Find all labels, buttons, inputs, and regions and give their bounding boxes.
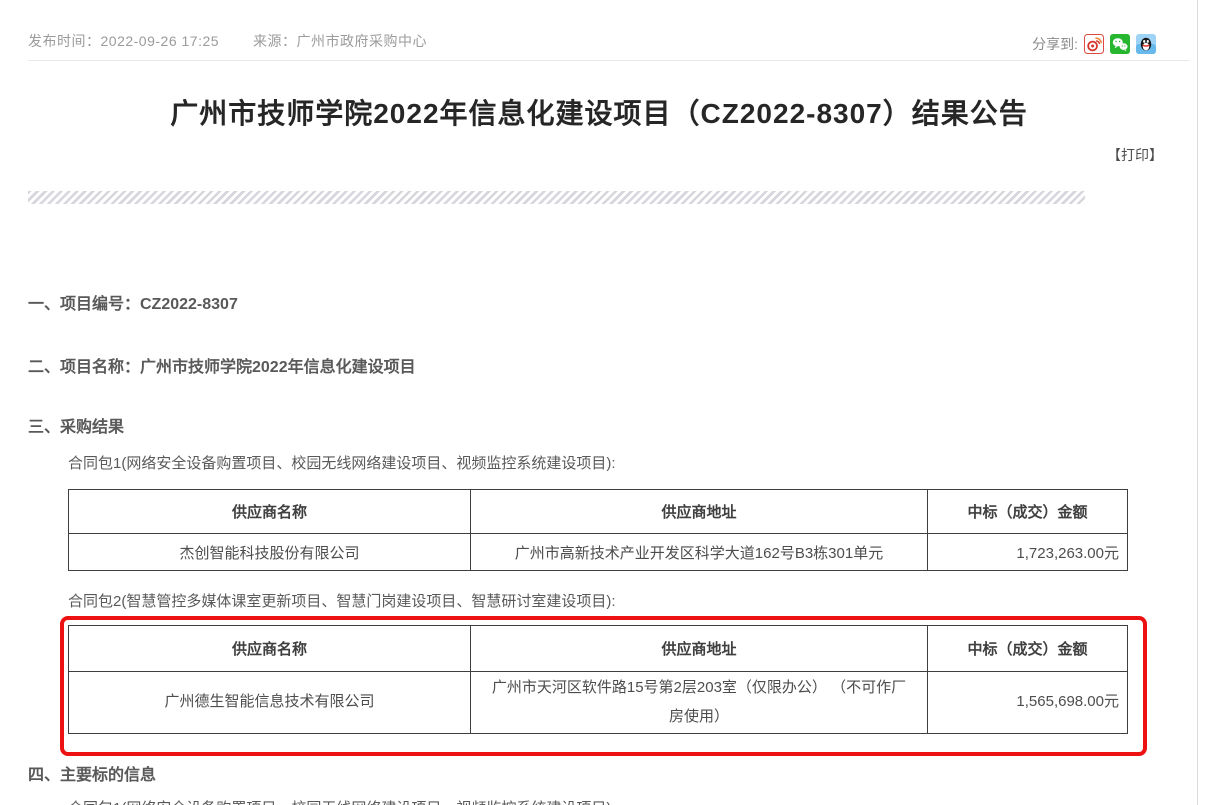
supplier-name-cell: 广州德生智能信息技术有限公司 [69,672,471,734]
wechat-share-icon[interactable] [1110,34,1130,54]
share-bar: 分享到: [1032,34,1156,54]
table-header-row: 供应商名称 供应商地址 中标（成交）金额 [69,626,1128,672]
package1-label: 合同包1(网络安全设备购置项目、校园无线网络建设项目、视频监控系统建设项目): [68,452,616,473]
section-project-number: 一、项目编号：CZ2022-8307 [28,290,238,314]
col-header-supplier-name: 供应商名称 [69,490,471,534]
award-amount-cell: 1,565,698.00元 [928,672,1128,734]
supplier-address-cell: 广州市天河区软件路15号第2层203室（仅限办公） （不可作厂房使用） [471,672,928,734]
publish-time-label: 发布时间： [28,33,101,49]
share-label: 分享到: [1032,34,1078,54]
meta-divider [28,60,1190,61]
table-row: 广州德生智能信息技术有限公司 广州市天河区软件路15号第2层203室（仅限办公）… [69,672,1128,734]
clipped-package1-label: 合同包1(网络安全设备购置项目、校园无线网络建设项目、视频监控系统建设项目): [68,797,616,805]
qq-share-icon[interactable] [1136,34,1156,54]
source-value: 广州市政府采购中心 [297,33,428,49]
announcement-page: 发布时间：2022-09-26 17:25 来源：广州市政府采购中心 分享到: [0,0,1218,805]
supplier-address-cell: 广州市高新技术产业开发区科学大道162号B3栋301单元 [471,534,928,571]
source-label: 来源： [253,33,297,49]
print-button[interactable]: 【打印】 [1107,145,1163,165]
col-header-supplier-address: 供应商地址 [471,490,928,534]
award-amount-cell: 1,723,263.00元 [928,534,1128,571]
hatched-divider [28,191,1085,204]
publish-time-value: 2022-09-26 17:25 [101,33,220,49]
package2-label: 合同包2(智慧管控多媒体课室更新项目、智慧门岗建设项目、智慧研讨室建设项目): [68,590,616,611]
meta-bar: 发布时间：2022-09-26 17:25 来源：广州市政府采购中心 [28,31,427,51]
package1-result-table: 供应商名称 供应商地址 中标（成交）金额 杰创智能科技股份有限公司 广州市高新技… [68,489,1128,571]
col-header-award-amount: 中标（成交）金额 [928,490,1128,534]
page-title: 广州市技师学院2022年信息化建设项目（CZ2022-8307）结果公告 [0,92,1198,132]
section-procurement-result: 三、采购结果 [28,413,124,437]
col-header-award-amount: 中标（成交）金额 [928,626,1128,672]
package2-result-table: 供应商名称 供应商地址 中标（成交）金额 广州德生智能信息技术有限公司 广州市天… [68,625,1128,734]
section-project-name: 二、项目名称：广州市技师学院2022年信息化建设项目 [28,353,416,377]
col-header-supplier-name: 供应商名称 [69,626,471,672]
table-header-row: 供应商名称 供应商地址 中标（成交）金额 [69,490,1128,534]
section-main-subject-info: 四、主要标的信息 [28,761,156,785]
table-row: 杰创智能科技股份有限公司 广州市高新技术产业开发区科学大道162号B3栋301单… [69,534,1128,571]
col-header-supplier-address: 供应商地址 [471,626,928,672]
supplier-name-cell: 杰创智能科技股份有限公司 [69,534,471,571]
weibo-share-icon[interactable] [1084,34,1104,54]
